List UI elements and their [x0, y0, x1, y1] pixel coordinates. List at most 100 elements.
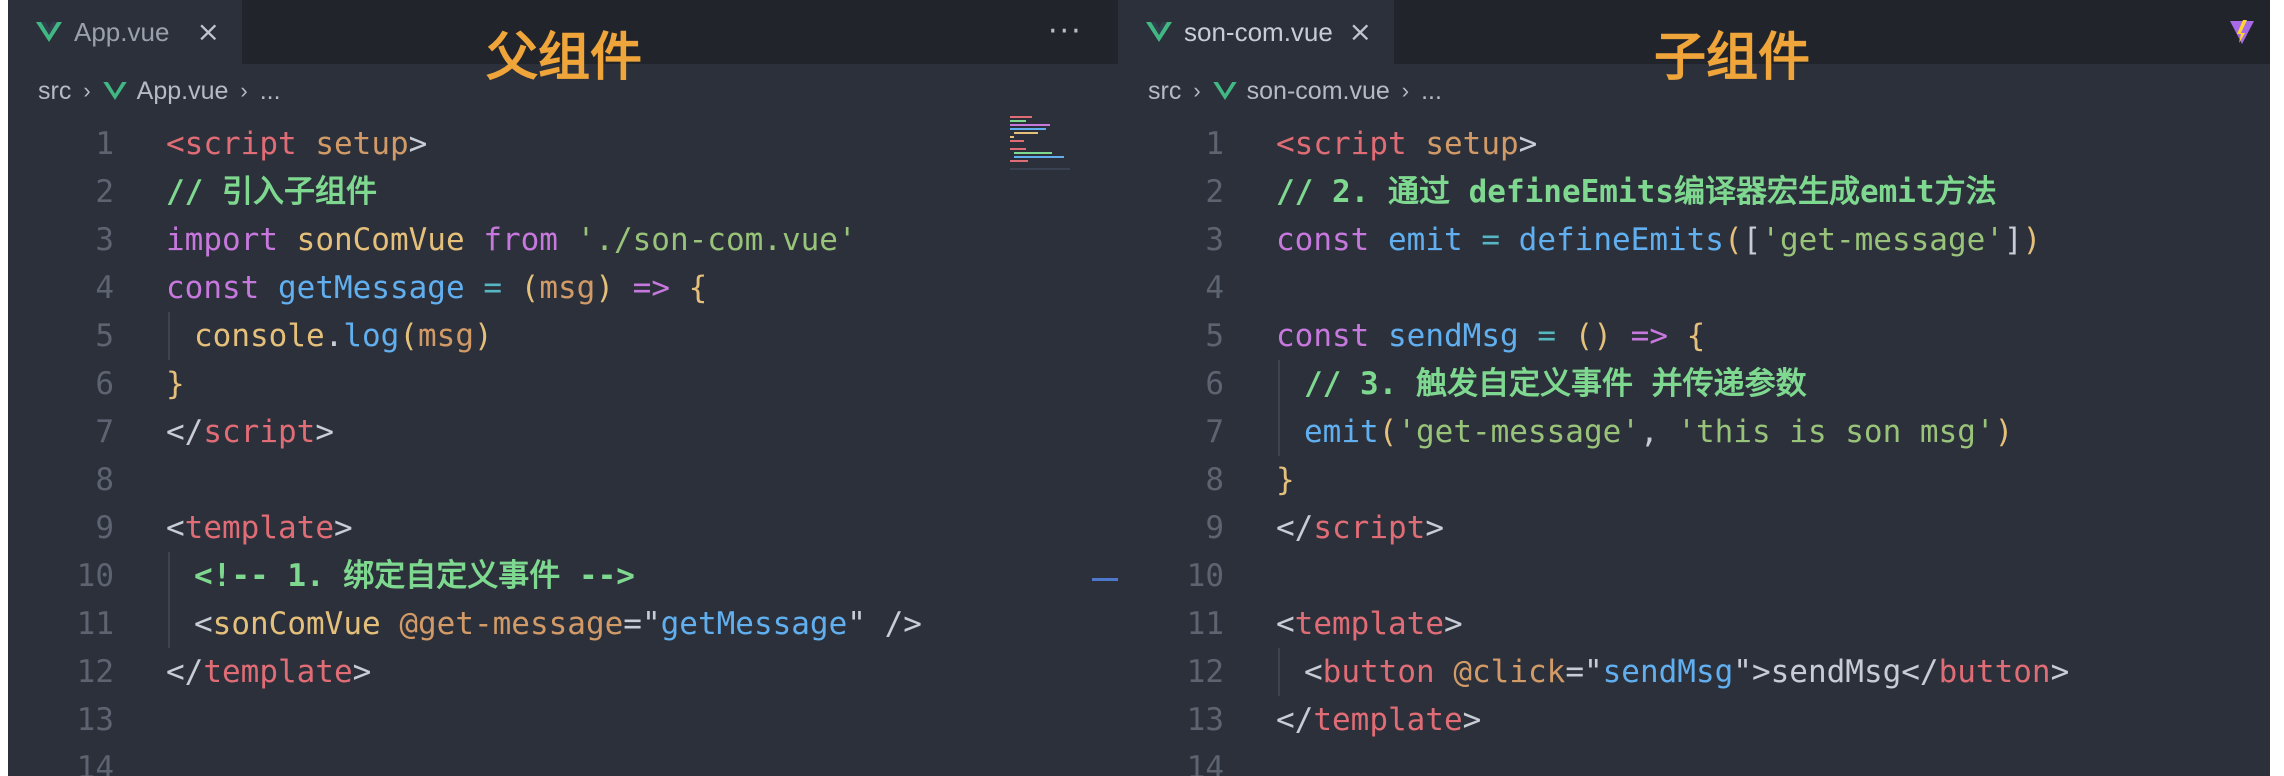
code-area[interactable]: 1 <script setup> 2// 引入子组件 3 import sonComVu… — [8, 120, 1118, 776]
code-token: </ — [166, 414, 204, 450]
breadcrumb-src[interactable]: src — [1148, 77, 1181, 106]
code-line[interactable]: 4 — [1118, 264, 2270, 312]
code-token: => — [632, 270, 670, 306]
code-token: button — [1322, 654, 1435, 690]
code-token: const — [166, 270, 260, 306]
indent-guide — [1278, 648, 1280, 696]
code-token: // 3. 触发自定义事件 并传递参数 — [1304, 366, 1807, 402]
line-number: 10 — [1186, 558, 1224, 594]
code-line[interactable]: 14 — [8, 744, 1118, 776]
code-line[interactable]: 3 import sonComVue from './son-com.vue' — [8, 216, 1118, 264]
chevron-right-icon: › — [1193, 78, 1201, 103]
code-token: ) — [595, 270, 614, 306]
breadcrumb-file[interactable]: App.vue — [137, 77, 229, 106]
code-token: => — [1630, 318, 1668, 354]
code-token: msg — [539, 270, 596, 306]
code-token: </ — [1276, 702, 1314, 738]
code-line[interactable]: 2 // 引入子组件 — [8, 168, 1118, 216]
code-token: script — [203, 414, 316, 450]
code-line[interactable]: 5 console.log(msg) — [8, 312, 1118, 360]
code-token: { — [1686, 318, 1706, 354]
code-line[interactable]: 11 <sonComVue @get-message="getMessage" /… — [8, 600, 1118, 648]
pane-heading: 子组件 — [1654, 28, 1811, 88]
close-icon[interactable]: × — [197, 18, 220, 46]
code-token: <!-- 1. 绑定自定义事件 --> — [194, 558, 635, 594]
code-line[interactable]: 7 emit('get-message', 'this is son msg') — [1118, 408, 2270, 456]
code-line[interactable]: 8} — [1118, 456, 2270, 504]
code-text: <template> — [166, 504, 353, 552]
chevron-right-icon: › — [83, 78, 91, 103]
code-token: const — [1276, 318, 1370, 354]
breadcrumb-src[interactable]: src — [38, 77, 71, 106]
code-line[interactable]: 1 <script setup> — [8, 120, 1118, 168]
code-line[interactable]: 12 <button @click="sendMsg">sendMsg</butt… — [1118, 648, 2270, 696]
tab-app-vue[interactable]: App.vue × — [8, 0, 242, 64]
tab-label: App.vue — [74, 16, 170, 47]
code-line[interactable]: 10 — [1118, 552, 2270, 600]
code-line[interactable]: 5 const sendMsg = () => { — [1118, 312, 2270, 360]
code-line[interactable]: 2 // 2. 通过 defineEmits编译器宏生成emit方法 — [1118, 168, 2270, 216]
code-token: > — [333, 510, 353, 546]
breadcrumb-symbol[interactable]: ... — [260, 77, 281, 106]
code-token: emit — [1388, 222, 1463, 258]
code-token: < — [166, 126, 185, 162]
code-token: sonComVue — [212, 606, 381, 642]
breadcrumb-symbol[interactable]: ... — [1421, 77, 1442, 106]
code-line[interactable]: 9 </script> — [1118, 504, 2270, 552]
code-line[interactable]: 14 — [1118, 744, 2270, 776]
code-line[interactable]: 9 <template> — [8, 504, 1118, 552]
code-line[interactable]: 13 — [8, 696, 1118, 744]
code-line[interactable]: 6 // 3. 触发自定义事件 并传递参数 — [1118, 360, 2270, 408]
tab-son-com-vue[interactable]: son-com.vue × — [1118, 0, 1394, 64]
code-token: defineEmits — [1518, 222, 1724, 258]
line-number: 5 — [95, 318, 114, 354]
breadcrumb-file[interactable]: son-com.vue — [1247, 77, 1390, 106]
line-number: 8 — [95, 462, 114, 498]
code-token: ) — [2022, 222, 2042, 258]
code-token: './son-com.vue' — [576, 222, 857, 258]
code-token: 'this is son msg' — [1677, 414, 1995, 450]
code-text: } — [1276, 456, 1295, 504]
code-token: ) — [474, 318, 493, 354]
code-token: > — [1443, 606, 1463, 642]
code-line[interactable]: 1 <script setup> — [1118, 120, 2270, 168]
chevron-right-icon: › — [1401, 78, 1410, 103]
code-line[interactable]: 7 </script> — [8, 408, 1118, 456]
code-line[interactable]: 3 const emit = defineEmits(['get-message'… — [1118, 216, 2270, 264]
code-line[interactable]: 10 <!-- 1. 绑定自定义事件 --> — [8, 552, 1118, 600]
code-token: 'get-message' — [1397, 414, 1640, 450]
code-text: // 3. 触发自定义事件 并传递参数 — [1304, 360, 1807, 408]
code-line[interactable]: 4 const getMessage = (msg) => { — [8, 264, 1118, 312]
close-icon[interactable]: × — [1349, 18, 1372, 46]
code-line[interactable]: 12 </template> — [8, 648, 1118, 696]
code-token: , — [1639, 414, 1678, 450]
code-token: > — [2050, 654, 2070, 690]
code-token: ] — [2003, 222, 2023, 258]
code-token: @click — [1453, 654, 1566, 690]
code-token: =" — [623, 606, 661, 642]
indent-guide — [168, 312, 170, 360]
code-line[interactable]: 8 — [8, 456, 1118, 504]
code-line[interactable]: 6} — [8, 360, 1118, 408]
code-token: =" — [1565, 654, 1603, 690]
code-line[interactable]: 13 </template> — [1118, 696, 2270, 744]
code-token: const — [1276, 222, 1370, 258]
more-actions-icon[interactable]: ··· — [1048, 14, 1083, 49]
code-token: ( — [1378, 414, 1398, 450]
code-token: < — [1276, 606, 1295, 642]
code-line[interactable]: 11 <template> — [1118, 600, 2270, 648]
indent-guide — [168, 600, 170, 648]
vite-icon[interactable] — [2228, 18, 2256, 46]
code-token: [ — [1742, 222, 1762, 258]
code-area[interactable]: 1 <script setup> 2// 2. 通过 defineEmits编译器宏… — [1118, 120, 2270, 776]
code-token: button — [1938, 654, 2051, 690]
line-number: 13 — [76, 702, 114, 738]
tab-label: son-com.vue — [1184, 16, 1333, 47]
pane-heading: 父组件 — [486, 28, 643, 88]
